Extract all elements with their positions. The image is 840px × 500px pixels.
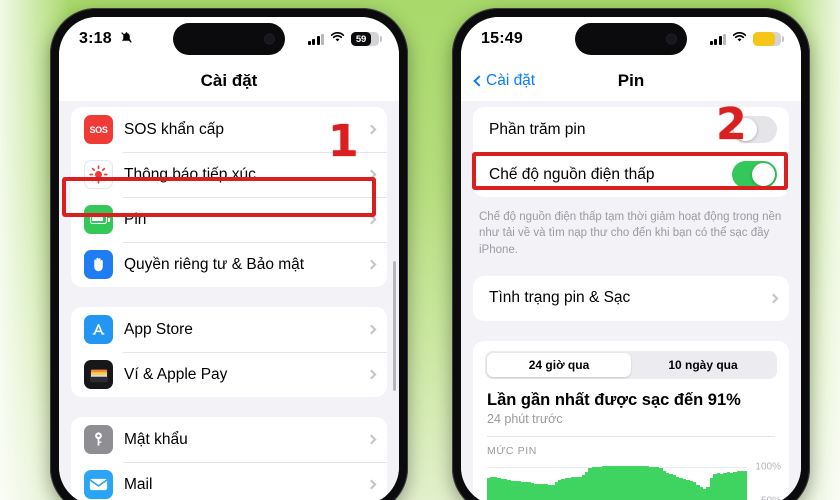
battery-icon xyxy=(84,205,113,234)
sidebar-item-passwords[interactable]: Mật khẩu xyxy=(71,417,387,462)
chart-bar xyxy=(524,482,528,500)
row-label: Tình trạng pin & Sạc xyxy=(489,289,631,307)
battery-low-power-icon xyxy=(753,32,784,46)
wifi-icon xyxy=(732,30,747,48)
privacy-hand-icon xyxy=(84,250,113,279)
page-title: Pin xyxy=(617,71,645,90)
chevron-right-icon xyxy=(366,479,377,490)
status-time: 15:49 xyxy=(481,30,571,48)
exposure-notification-icon xyxy=(84,160,113,189)
last-charge-subtitle: 24 phút trước xyxy=(487,411,563,426)
row-label: Quyền riêng tư & Bảo mật xyxy=(124,255,305,273)
row-label: Chế độ nguồn điện thấp xyxy=(489,165,655,183)
chart-title: MỨC PIN xyxy=(487,444,537,457)
row-label: SOS khẩn cấp xyxy=(124,120,224,138)
chevron-right-icon xyxy=(366,214,377,225)
battery-settings-list[interactable]: Phần trăm pin Chế độ nguồn điện thấp Chế… xyxy=(461,101,801,500)
battery-level-chart: 100% 50% xyxy=(473,457,789,500)
sidebar-item-wallet[interactable]: Ví & Apple Pay xyxy=(71,352,387,397)
axis-label-50: 50% xyxy=(761,495,781,500)
last-charge-title: Lần gần nhất được sạc đến 91% xyxy=(487,390,741,409)
chevron-right-icon xyxy=(366,259,377,270)
mail-icon xyxy=(84,470,113,499)
right-phone-frame: 15:49 Cài đặt Pin Phần trăm pin Chế độ n… xyxy=(452,8,810,500)
chart-bar xyxy=(632,466,636,500)
low-power-mode-toggle[interactable] xyxy=(732,161,777,188)
key-icon xyxy=(84,425,113,454)
sidebar-item-mail[interactable]: Mail xyxy=(71,462,387,500)
cellular-bars-icon xyxy=(709,33,726,45)
app-store-icon xyxy=(84,315,113,344)
settings-group-2: App Store Ví & Apple Pay xyxy=(71,307,387,397)
step-marker-1: 1 xyxy=(328,116,359,167)
axis-label-100: 100% xyxy=(755,461,781,473)
wifi-icon xyxy=(330,30,345,48)
chevron-right-icon xyxy=(366,324,377,335)
front-camera-icon xyxy=(666,33,677,45)
scrollbar[interactable] xyxy=(393,261,396,391)
left-status-bar: 3:18 59 xyxy=(59,17,399,61)
sos-icon: SOS xyxy=(84,115,113,144)
back-button[interactable]: Cài đặt xyxy=(473,72,536,90)
chevron-right-icon xyxy=(366,124,377,135)
time-range-segmented-control[interactable]: 24 giờ qua 10 ngày qua xyxy=(485,350,777,379)
screenshot-stage: 3:18 59 Cài đặt SOS SOS khẩn cấp Thông b… xyxy=(0,0,840,500)
sidebar-item-app-store[interactable]: App Store xyxy=(71,307,387,352)
row-low-power-mode[interactable]: Chế độ nguồn điện thấp xyxy=(473,152,789,197)
sidebar-item-battery[interactable]: Pin xyxy=(71,197,387,242)
chart-bars xyxy=(487,461,747,500)
battery-icon: 59 xyxy=(351,32,382,46)
chart-bar xyxy=(743,471,747,500)
dynamic-island xyxy=(575,23,687,55)
row-label: Pin xyxy=(124,210,147,228)
bell-slash-icon xyxy=(120,31,133,49)
status-time-value: 3:18 xyxy=(79,29,112,47)
right-nav-bar: Cài đặt Pin xyxy=(461,61,801,101)
chart-bar xyxy=(551,484,555,500)
battery-health-group: Tình trạng pin & Sạc xyxy=(473,275,789,321)
page-title: Cài đặt xyxy=(200,71,258,90)
step-marker-2: 2 xyxy=(716,99,747,150)
left-phone-screen: 3:18 59 Cài đặt SOS SOS khẩn cấp Thông b… xyxy=(59,17,399,500)
row-label: App Store xyxy=(124,320,193,338)
chart-bar xyxy=(659,468,663,500)
chevron-right-icon xyxy=(366,369,377,380)
battery-usage-card: 24 giờ qua 10 ngày qua Lần gần nhất được… xyxy=(473,340,789,500)
battery-percent-value: 59 xyxy=(355,33,367,45)
row-label: Mail xyxy=(124,475,153,493)
wallet-icon xyxy=(84,360,113,389)
tab-last-10-days[interactable]: 10 ngày qua xyxy=(631,353,775,377)
chart-bar xyxy=(497,478,501,500)
sidebar-item-privacy[interactable]: Quyền riêng tư & Bảo mật xyxy=(71,242,387,287)
front-camera-icon xyxy=(264,33,275,45)
low-power-mode-description: Chế độ nguồn điện thấp tạm thời giảm hoạ… xyxy=(479,211,782,256)
status-indicators xyxy=(709,30,784,48)
row-label: Mật khẩu xyxy=(124,430,188,448)
row-label: Thông báo tiếp xúc xyxy=(124,165,256,183)
status-time-value: 15:49 xyxy=(481,30,523,47)
chart-bar xyxy=(605,466,609,500)
chevron-right-icon xyxy=(768,293,779,304)
chart-bar xyxy=(686,480,690,500)
row-battery-health[interactable]: Tình trạng pin & Sạc xyxy=(473,276,789,321)
row-label: Phần trăm pin xyxy=(489,120,586,138)
row-label: Ví & Apple Pay xyxy=(124,365,228,383)
chart-bar xyxy=(713,474,717,500)
status-time: 3:18 xyxy=(79,30,169,49)
chevron-right-icon xyxy=(366,434,377,445)
chart-bar xyxy=(578,476,582,500)
back-button-label: Cài đặt xyxy=(486,72,536,89)
right-phone-screen: 15:49 Cài đặt Pin Phần trăm pin Chế độ n… xyxy=(461,17,801,500)
tab-last-24-hours[interactable]: 24 giờ qua xyxy=(487,352,631,377)
chart-bar xyxy=(740,470,744,500)
left-nav-bar: Cài đặt xyxy=(59,61,399,101)
chevron-left-icon xyxy=(473,75,485,87)
settings-group-3: Mật khẩu Mail Danh bạ xyxy=(71,417,387,500)
left-phone-frame: 3:18 59 Cài đặt SOS SOS khẩn cấp Thông b… xyxy=(50,8,408,500)
chevron-right-icon xyxy=(366,169,377,180)
status-indicators: 59 xyxy=(307,30,382,48)
dynamic-island xyxy=(173,23,285,55)
right-status-bar: 15:49 xyxy=(461,17,801,61)
cellular-bars-icon xyxy=(307,33,324,45)
